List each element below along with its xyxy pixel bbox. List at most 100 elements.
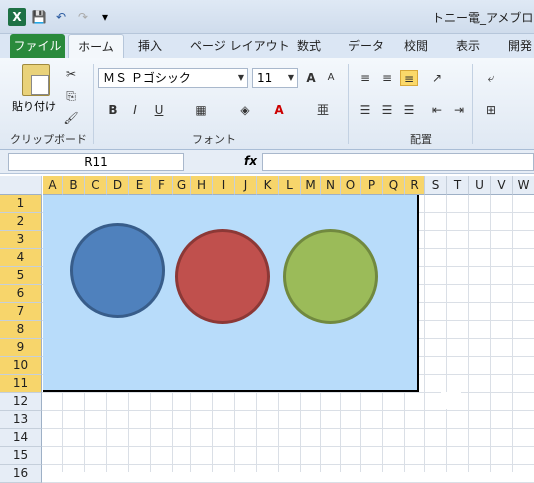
column-header[interactable]: C: [85, 176, 107, 195]
orientation-icon[interactable]: ↗: [428, 70, 446, 86]
column-header[interactable]: I: [213, 176, 235, 195]
selected-cell-r11[interactable]: [441, 392, 461, 409]
row-header[interactable]: 13: [0, 411, 42, 429]
tab-home[interactable]: ホーム: [68, 34, 124, 58]
gridline: [468, 195, 469, 472]
tab-insert[interactable]: 挿入: [138, 34, 162, 58]
decrease-indent-icon[interactable]: ⇤: [428, 102, 446, 118]
row-header[interactable]: 7: [0, 303, 42, 321]
wrap-text-icon[interactable]: ⤶: [482, 70, 500, 86]
column-header[interactable]: B: [63, 176, 85, 195]
row-header[interactable]: 9: [0, 339, 42, 357]
merge-cells-icon[interactable]: ⊞: [482, 102, 500, 118]
blue-circle[interactable]: [70, 223, 165, 318]
group-separator: [472, 64, 473, 144]
row-header[interactable]: 4: [0, 249, 42, 267]
tab-formulas[interactable]: 数式: [297, 34, 321, 58]
align-bottom-icon[interactable]: ≡: [400, 70, 418, 86]
tab-view[interactable]: 表示: [456, 34, 480, 58]
border-icon[interactable]: ▦: [192, 102, 210, 118]
align-middle-icon[interactable]: ≡: [378, 70, 396, 86]
select-all-corner[interactable]: [0, 176, 42, 195]
row-header[interactable]: 11: [0, 375, 42, 393]
tab-developer[interactable]: 開発: [508, 34, 532, 58]
paste-button-label[interactable]: 貼り付け: [12, 98, 56, 114]
column-header[interactable]: K: [257, 176, 279, 195]
column-header[interactable]: F: [151, 176, 173, 195]
column-header[interactable]: O: [341, 176, 361, 195]
gridline: [42, 464, 534, 465]
clipboard-group-label: クリップボード: [10, 133, 87, 146]
paste-icon[interactable]: [22, 64, 50, 96]
column-header[interactable]: J: [235, 176, 257, 195]
light-blue-shape[interactable]: [43, 195, 461, 409]
column-header[interactable]: R: [405, 176, 425, 195]
tab-file[interactable]: ファイル: [10, 34, 65, 58]
group-separator: [348, 64, 349, 144]
row-header[interactable]: 14: [0, 429, 42, 447]
column-header[interactable]: D: [107, 176, 129, 195]
increase-indent-icon[interactable]: ⇥: [450, 102, 468, 118]
column-header[interactable]: U: [469, 176, 491, 195]
cut-icon[interactable]: ✂: [62, 66, 80, 82]
name-box[interactable]: R11: [8, 153, 184, 171]
red-circle[interactable]: [175, 229, 270, 324]
customize-qat-icon[interactable]: ▾: [96, 8, 114, 26]
row-header[interactable]: 16: [0, 465, 42, 483]
format-painter-icon[interactable]: 🖌: [62, 110, 80, 126]
row-header[interactable]: 5: [0, 267, 42, 285]
fill-color-icon[interactable]: ◈: [236, 102, 254, 118]
worksheet-grid[interactable]: ABCDEFGHIJKLMNOPQRSTUVWX 123456789101112…: [0, 176, 534, 483]
bold-button[interactable]: B: [104, 102, 122, 118]
row-header[interactable]: 15: [0, 447, 42, 465]
row-header[interactable]: 2: [0, 213, 42, 231]
copy-icon[interactable]: ⎘: [62, 88, 80, 104]
column-header[interactable]: S: [425, 176, 447, 195]
formula-input[interactable]: [262, 153, 534, 171]
shrink-font-icon[interactable]: A: [322, 70, 340, 86]
column-header[interactable]: T: [447, 176, 469, 195]
row-header[interactable]: 6: [0, 285, 42, 303]
gridline: [42, 410, 534, 411]
align-right-icon[interactable]: ☰: [400, 102, 418, 118]
ribbon-tabs: ファイル ホーム 挿入 ページ レイアウト 数式 データ 校閲 表示 開発: [0, 34, 534, 58]
align-center-icon[interactable]: ☰: [378, 102, 396, 118]
row-header[interactable]: 8: [0, 321, 42, 339]
row-header[interactable]: 10: [0, 357, 42, 375]
row-header[interactable]: 1: [0, 195, 42, 213]
save-icon[interactable]: 💾: [30, 8, 48, 26]
column-header[interactable]: H: [191, 176, 213, 195]
tab-page-layout[interactable]: ページ レイアウト: [190, 34, 290, 58]
column-header[interactable]: G: [173, 176, 191, 195]
font-size-select[interactable]: 11 ▼: [252, 68, 298, 88]
column-header[interactable]: L: [279, 176, 301, 195]
phonetic-icon[interactable]: 亜: [314, 102, 332, 118]
font-group-label: フォント: [192, 133, 236, 146]
italic-button[interactable]: I: [126, 102, 144, 118]
font-name-select[interactable]: ＭＳ Ｐゴシック ▼: [98, 68, 248, 88]
column-header[interactable]: M: [301, 176, 321, 195]
insert-function-icon[interactable]: fx: [244, 154, 257, 168]
column-header[interactable]: Q: [383, 176, 405, 195]
column-header[interactable]: A: [43, 176, 63, 195]
underline-button[interactable]: U: [150, 102, 168, 118]
gridline: [42, 428, 534, 429]
font-color-icon[interactable]: A: [270, 102, 288, 118]
grow-font-icon[interactable]: A: [302, 70, 320, 86]
tab-review[interactable]: 校閲: [404, 34, 428, 58]
undo-icon[interactable]: ↶: [52, 8, 70, 26]
column-header[interactable]: N: [321, 176, 341, 195]
column-header[interactable]: W: [513, 176, 534, 195]
align-top-icon[interactable]: ≡: [356, 70, 374, 86]
column-header[interactable]: P: [361, 176, 383, 195]
column-header[interactable]: E: [129, 176, 151, 195]
column-header[interactable]: V: [491, 176, 513, 195]
redo-icon[interactable]: ↷: [74, 8, 92, 26]
align-left-icon[interactable]: ☰: [356, 102, 374, 118]
row-header[interactable]: 3: [0, 231, 42, 249]
green-circle[interactable]: [283, 229, 378, 324]
excel-app-icon[interactable]: X: [8, 8, 26, 26]
tab-data[interactable]: データ: [348, 34, 384, 58]
row-header[interactable]: 12: [0, 393, 42, 411]
quick-access-toolbar: X 💾 ↶ ↷ ▾: [8, 8, 114, 26]
